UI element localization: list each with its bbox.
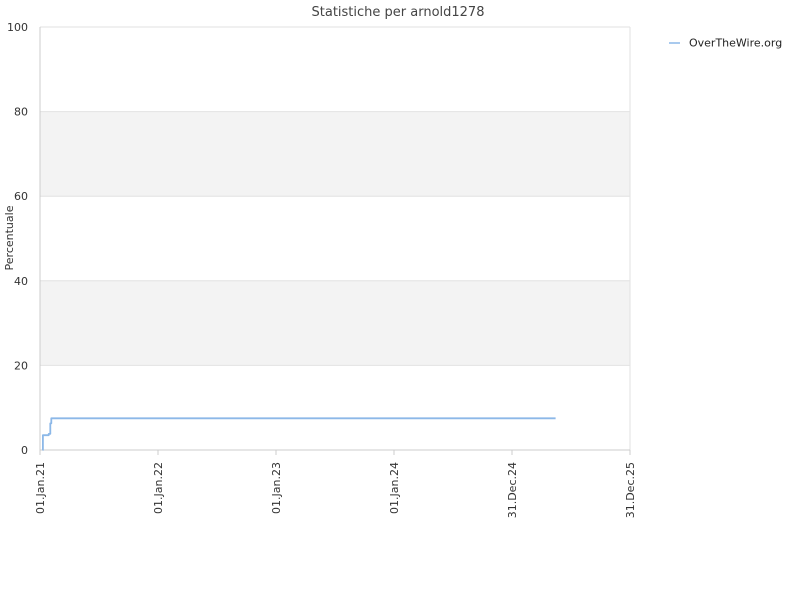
x-tick-3: 01.Jan.24 [388, 462, 401, 514]
chart-bands [40, 111, 630, 366]
x-tick-0: 01.Jan.21 [34, 462, 47, 514]
band-60-80 [40, 111, 630, 197]
x-tick-1: 01.Jan.22 [152, 462, 165, 514]
chart-title: Statistiche per arnold1278 [312, 5, 485, 20]
y-tick-60: 60 [14, 190, 28, 203]
series-line-0 [42, 417, 556, 451]
legend-label-0: OverTheWire.org [689, 37, 782, 50]
y-tick-40: 40 [14, 275, 28, 288]
x-tick-2: 01.Jan.23 [270, 462, 283, 514]
y-tick-20: 20 [14, 359, 28, 372]
y-tick-80: 80 [14, 106, 28, 119]
x-tick-labels: 01.Jan.21 01.Jan.22 01.Jan.23 01.Jan.24 31.D… [34, 450, 637, 518]
x-tick-5: 31.Dec.25 [624, 462, 637, 518]
band-20-40 [40, 280, 630, 366]
legend: OverTheWire.org [669, 37, 782, 50]
chart-grid [40, 26, 630, 451]
chart: 0 20 40 60 80 100 01.Jan.21 01.Jan.22 01.Jan.23… [3, 5, 782, 518]
y-tick-0: 0 [21, 444, 28, 457]
x-tick-4: 31.Dec.24 [506, 462, 519, 518]
y-tick-100: 100 [7, 21, 28, 34]
chart-series [42, 417, 556, 451]
chart-axes [39, 27, 631, 451]
y-axis-label: Percentuale [3, 205, 16, 270]
